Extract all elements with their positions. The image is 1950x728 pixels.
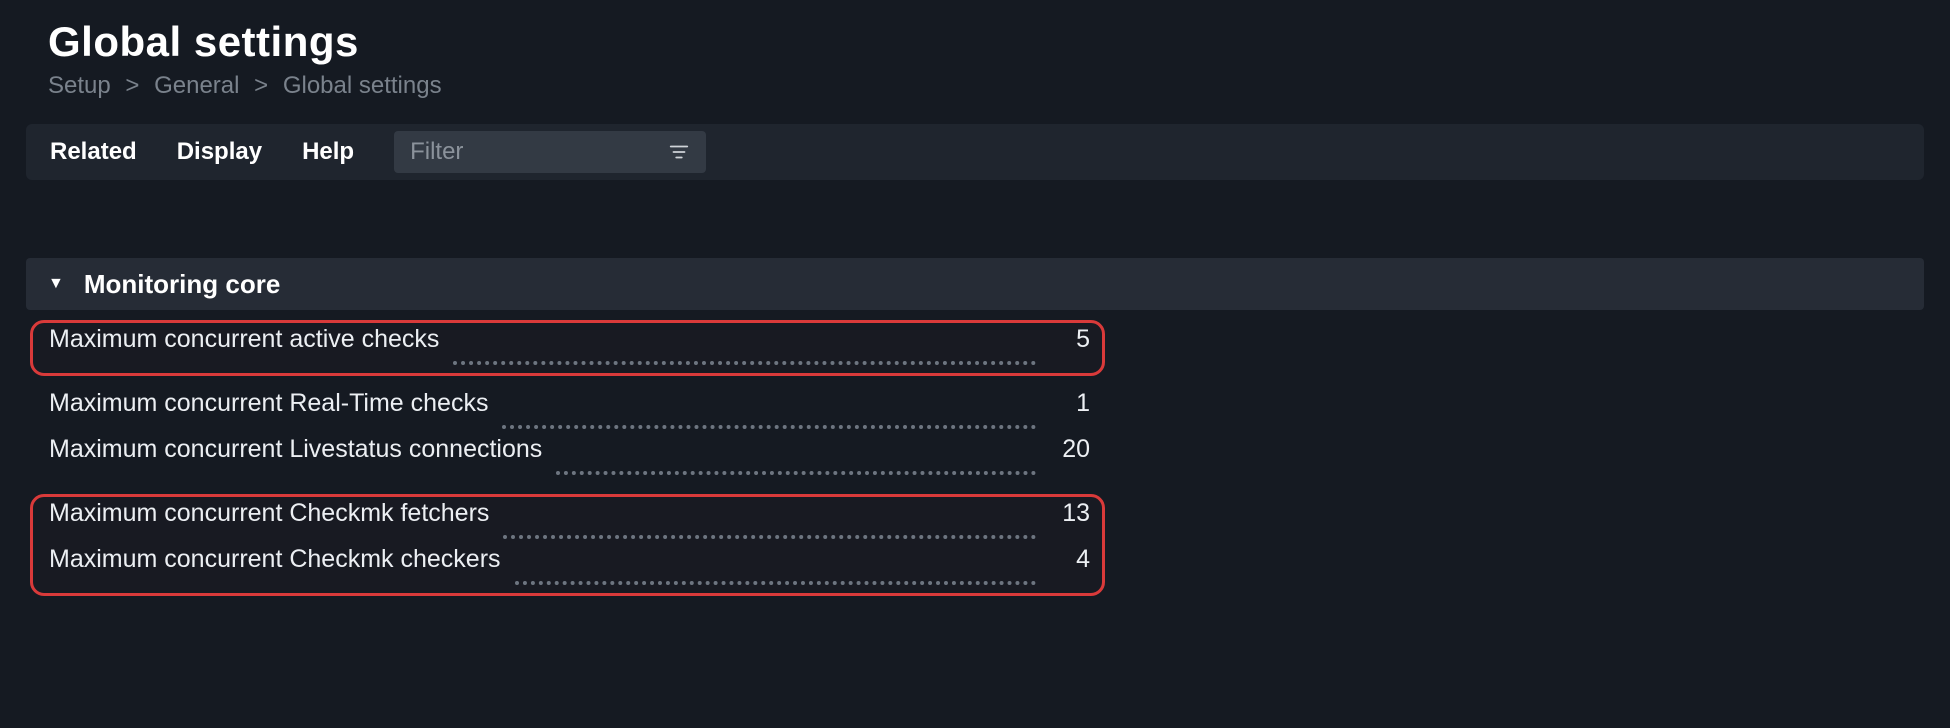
chevron-right-icon: >	[254, 72, 268, 99]
chevron-down-icon: ▼	[48, 276, 64, 292]
setting-value: 20	[1050, 435, 1090, 464]
settings-group: Maximum concurrent Real-Time checks 1 Ma…	[30, 384, 1105, 486]
dots-leader	[503, 535, 1036, 539]
page-title: Global settings	[48, 18, 1950, 66]
setting-label: Maximum concurrent Checkmk checkers	[49, 545, 501, 574]
dots-leader	[515, 581, 1036, 585]
setting-label: Maximum concurrent Livestatus connection…	[49, 435, 542, 464]
section-monitoring-core: ▼ Monitoring core Maximum concurrent act…	[26, 258, 1924, 596]
setting-value: 4	[1050, 545, 1090, 574]
highlight-box: Maximum concurrent active checks 5	[30, 320, 1105, 376]
dots-leader	[502, 425, 1036, 429]
setting-value: 13	[1050, 499, 1090, 528]
section-title: Monitoring core	[84, 269, 280, 300]
breadcrumb: Setup > General > Global settings	[48, 72, 1950, 100]
section-header[interactable]: ▼ Monitoring core	[26, 258, 1924, 310]
setting-row[interactable]: Maximum concurrent Checkmk fetchers 13	[39, 499, 1096, 545]
toolbar: Related Display Help Filter	[26, 124, 1924, 180]
dots-leader	[453, 361, 1036, 365]
setting-label: Maximum concurrent Real-Time checks	[49, 389, 488, 418]
setting-row[interactable]: Maximum concurrent Livestatus connection…	[39, 435, 1096, 481]
filter-input[interactable]: Filter	[394, 131, 706, 173]
breadcrumb-item[interactable]: General	[154, 72, 239, 99]
breadcrumb-item[interactable]: Global settings	[283, 72, 442, 99]
filter-placeholder: Filter	[410, 138, 463, 166]
menu-display[interactable]: Display	[177, 138, 262, 166]
breadcrumb-item[interactable]: Setup	[48, 72, 111, 99]
settings-list: Maximum concurrent active checks 5 Maxim…	[30, 320, 1105, 596]
chevron-right-icon: >	[125, 72, 139, 99]
filter-icon	[668, 141, 690, 163]
setting-row[interactable]: Maximum concurrent Checkmk checkers 4	[39, 545, 1096, 591]
setting-value: 5	[1050, 325, 1090, 354]
setting-label: Maximum concurrent Checkmk fetchers	[49, 499, 489, 528]
setting-value: 1	[1050, 389, 1090, 418]
menu-help[interactable]: Help	[302, 138, 354, 166]
menu-related[interactable]: Related	[50, 138, 137, 166]
highlight-box: Maximum concurrent Checkmk fetchers 13 M…	[30, 494, 1105, 596]
setting-label: Maximum concurrent active checks	[49, 325, 439, 354]
setting-row[interactable]: Maximum concurrent Real-Time checks 1	[39, 389, 1096, 435]
setting-row[interactable]: Maximum concurrent active checks 5	[39, 325, 1096, 371]
dots-leader	[556, 471, 1036, 475]
